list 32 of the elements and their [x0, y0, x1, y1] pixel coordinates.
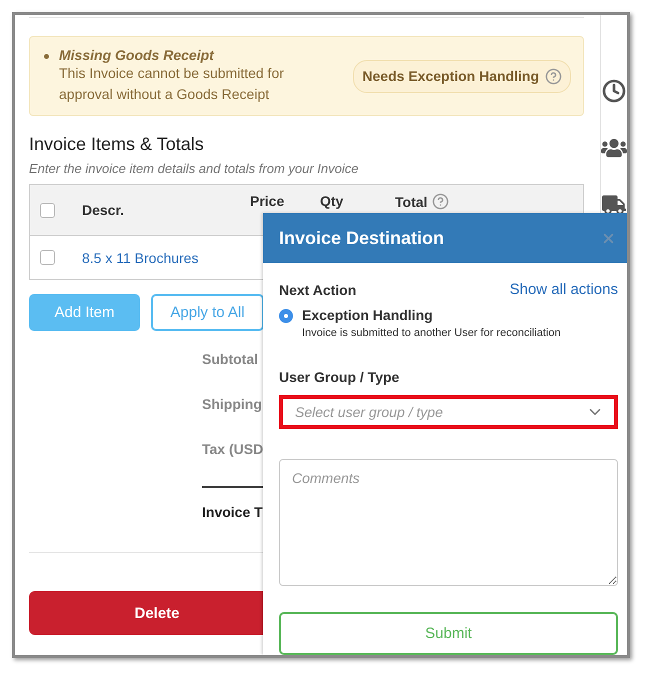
section-subtitle: Enter the invoice item details and totals from your Invoice — [29, 161, 360, 176]
column-header: Qty — [320, 193, 344, 209]
bullet-icon — [44, 54, 49, 59]
add-item-button[interactable]: Add Item — [29, 294, 140, 331]
comments-field[interactable]: Comments — [279, 459, 618, 586]
column-header: Descr. — [82, 202, 124, 218]
column-header: Price — [250, 193, 284, 209]
alert-title: Missing Goods Receipt — [59, 47, 216, 63]
section-title: Invoice Items & Totals — [29, 134, 205, 155]
show-all-actions-link[interactable]: Show all actions — [510, 281, 618, 298]
clock-icon[interactable] — [602, 79, 626, 103]
total-label: Subtotal — [202, 351, 258, 367]
alert-message: This Invoice cannot be submitted for approval without a Goods Receipt — [59, 64, 285, 104]
badge-label: Needs Exception Handling — [362, 68, 539, 84]
user-group-select[interactable]: Select user group / type — [279, 395, 618, 429]
user-group-label: User Group / Type — [279, 369, 400, 385]
item-link[interactable]: 8.5 x 11 Brochures — [82, 250, 198, 266]
total-label: Invoice T — [202, 504, 263, 520]
select-all-checkbox[interactable] — [40, 202, 55, 218]
help-icon[interactable] — [545, 68, 562, 84]
radio-button[interactable] — [279, 309, 293, 323]
submit-button[interactable]: Submit — [279, 612, 618, 655]
total-label: Tax (USD — [202, 441, 264, 457]
help-icon[interactable] — [432, 193, 450, 210]
option-description: Invoice is submitted to another User for reconciliation — [302, 327, 561, 339]
apply-to-all-button[interactable]: Apply to All — [151, 294, 264, 331]
column-header: Total — [395, 194, 428, 210]
dialog-title: Invoice Destination — [279, 228, 444, 248]
total-label: Shipping — [202, 396, 262, 412]
row-checkbox[interactable] — [40, 250, 55, 265]
next-action-label: Next Action — [279, 282, 356, 298]
option-label: Exception Handling — [302, 307, 434, 323]
